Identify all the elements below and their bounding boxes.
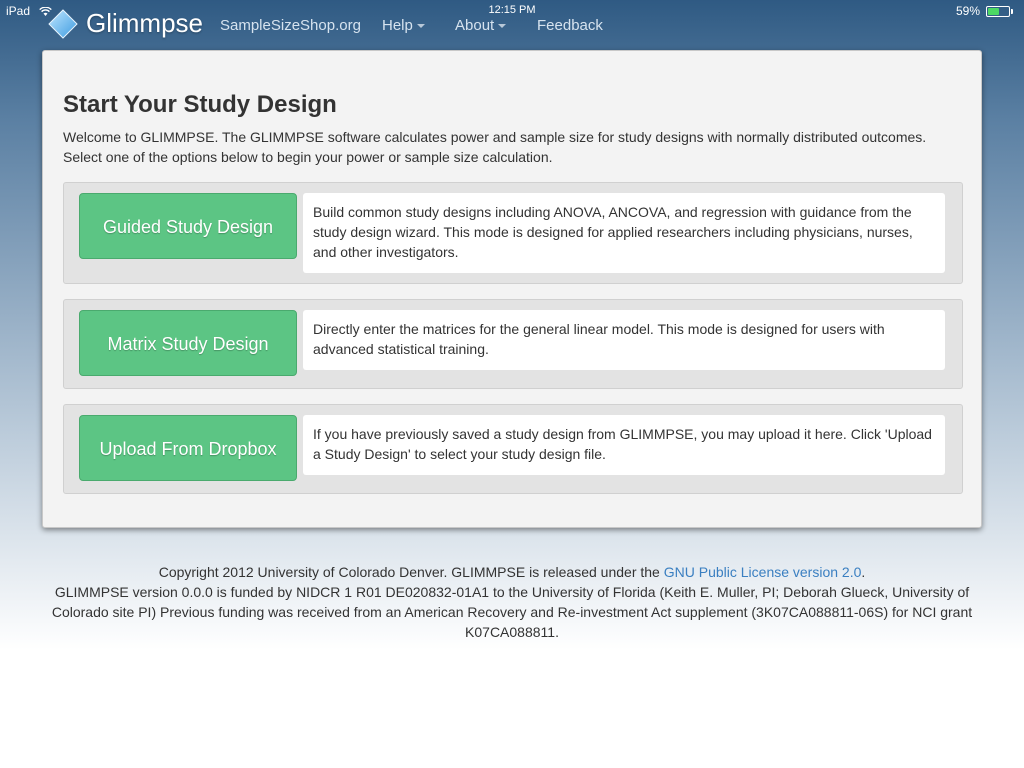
nav-about-dropdown[interactable]: About [455,17,507,34]
caret-down-icon [416,24,425,29]
brand-link[interactable]: Glimmpse [48,8,203,39]
page-title: Start Your Study Design [63,91,337,118]
copyright-period: . [861,564,866,580]
intro-text: Welcome to GLIMMPSE. The GLIMMPSE softwa… [63,129,927,165]
copyright-text: Copyright 2012 University of Colorado De… [158,564,664,580]
funding-text: GLIMMPSE version 0.0.0 is funded by NIDC… [51,584,973,640]
copyright-line: Copyright 2012 University of Colorado De… [40,562,984,582]
matrix-study-design-button[interactable]: Matrix Study Design [79,310,297,376]
nav-help-dropdown[interactable]: Help [382,17,425,34]
page-footer: Copyright 2012 University of Colorado De… [40,562,984,642]
upload-from-dropbox-button[interactable]: Upload From Dropbox [79,415,297,481]
option-upload: Upload From Dropbox If you have previous… [63,404,963,494]
nav-samplesizeshop-link[interactable]: SampleSizeShop.org [220,17,361,34]
matrix-description: Directly enter the matrices for the gene… [303,310,945,370]
upload-description: If you have previously saved a study des… [303,415,945,475]
guided-study-design-button[interactable]: Guided Study Design [79,193,297,259]
nav-help-label: Help [382,17,413,34]
option-guided: Guided Study Design Build common study d… [63,182,963,284]
top-navbar: Glimmpse SampleSizeShop.org Help About F… [0,0,1024,50]
brand-name: Glimmpse [86,8,204,38]
nav-feedback-link[interactable]: Feedback [537,17,603,34]
nav-about-label: About [455,17,495,34]
option-matrix: Matrix Study Design Directly enter the m… [63,299,963,389]
start-design-panel: Start Your Study Design Welcome to GLIMM… [42,50,982,528]
guided-description: Build common study designs including ANO… [303,193,945,273]
caret-down-icon [498,24,507,29]
gnu-license-link[interactable]: GNU Public License version 2.0 [664,564,862,580]
glimmpse-diamond-icon [48,8,78,39]
